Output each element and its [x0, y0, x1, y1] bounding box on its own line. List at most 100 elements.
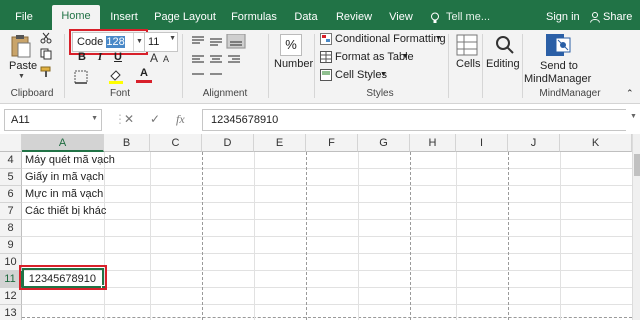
column-header-j[interactable]: J: [508, 134, 560, 152]
tab-data[interactable]: Data: [288, 6, 324, 30]
svg-text:A: A: [163, 54, 169, 64]
alignment-icons[interactable]: [190, 34, 260, 84]
name-box-value: A11: [11, 114, 30, 126]
search-icon[interactable]: [494, 34, 516, 56]
chevron-down-icon[interactable]: ▼: [402, 53, 409, 60]
page-break-line: [306, 152, 307, 320]
font-group-label: Font: [109, 88, 130, 99]
insert-function-icon[interactable]: fx: [176, 112, 185, 127]
row-header-4[interactable]: 4: [0, 152, 22, 169]
row-header-8[interactable]: 8: [0, 220, 22, 237]
chevron-up-icon[interactable]: ⌃: [626, 88, 634, 99]
row-header-7[interactable]: 7: [0, 203, 22, 220]
vertical-scrollbar[interactable]: [632, 134, 640, 320]
paste-icon[interactable]: [10, 34, 32, 58]
row-header-12[interactable]: 12: [0, 288, 22, 305]
sign-in-link[interactable]: Sign in: [546, 6, 580, 28]
chevron-down-icon[interactable]: ▼: [630, 113, 637, 120]
check-icon[interactable]: ✓: [150, 112, 160, 126]
percent-icon[interactable]: %: [280, 34, 302, 56]
column-header-f[interactable]: F: [306, 134, 358, 152]
column-header-h[interactable]: H: [410, 134, 456, 152]
cell-a6[interactable]: Mực in mã vạch: [25, 186, 103, 202]
gridline: [560, 152, 561, 320]
bold-button[interactable]: B: [74, 49, 90, 65]
gridline: [22, 304, 632, 305]
tab-insert[interactable]: Insert: [104, 6, 144, 30]
chevron-down-icon[interactable]: ▼: [91, 115, 98, 122]
gridline: [22, 270, 632, 271]
group-divider: [268, 34, 269, 98]
column-header-c[interactable]: C: [150, 134, 202, 152]
page-break-line: [508, 152, 509, 320]
tab-review[interactable]: Review: [332, 6, 376, 30]
fill-color-icon[interactable]: [108, 68, 124, 84]
gridline: [22, 287, 632, 288]
gridline: [456, 152, 457, 320]
cells-icon[interactable]: [456, 34, 478, 56]
mindmanager-icon[interactable]: [542, 32, 572, 58]
font-color-swatch: [136, 80, 152, 83]
tab-view[interactable]: View: [384, 6, 418, 30]
cell-a7[interactable]: Các thiết bị khác: [25, 203, 106, 219]
row-header-13[interactable]: 13: [0, 305, 22, 320]
column-header-e[interactable]: E: [254, 134, 306, 152]
row-header-5[interactable]: 5: [0, 169, 22, 186]
column-header-a[interactable]: A: [22, 134, 104, 152]
tab-page-layout[interactable]: Page Layout: [150, 6, 220, 30]
person-icon: [590, 12, 600, 23]
column-header-i[interactable]: I: [456, 134, 508, 152]
borders-icon[interactable]: [74, 70, 88, 84]
tab-home[interactable]: Home: [52, 5, 100, 30]
cancel-icon[interactable]: ✕: [124, 112, 134, 126]
cut-icon[interactable]: [40, 32, 52, 44]
worksheet-grid[interactable]: A B C D E F G H I J K 4 5 6 7 8 9 10 11 …: [0, 134, 640, 320]
group-divider: [64, 34, 65, 98]
cell-a4[interactable]: Máy quét mã vạch: [25, 152, 115, 168]
italic-button[interactable]: I: [92, 49, 108, 65]
format-painter-icon[interactable]: [40, 66, 52, 78]
ribbon-tab-bar: File Home Insert Page Layout Formulas Da…: [0, 0, 640, 30]
editing-button[interactable]: Editing: [486, 58, 520, 70]
row-header-9[interactable]: 9: [0, 237, 22, 254]
gridline: [150, 152, 151, 320]
format-as-table-icon[interactable]: [320, 51, 332, 63]
group-divider: [482, 34, 483, 98]
column-header-d[interactable]: D: [202, 134, 254, 152]
scrollbar-thumb[interactable]: [634, 154, 640, 176]
share-button[interactable]: Share: [603, 6, 632, 28]
svg-text:A: A: [150, 51, 158, 64]
group-divider: [182, 34, 183, 98]
tab-formulas[interactable]: Formulas: [226, 6, 282, 30]
select-all-corner[interactable]: [0, 134, 22, 152]
chevron-down-icon[interactable]: ▼: [380, 71, 387, 78]
number-format-button[interactable]: Number: [274, 58, 313, 70]
cells-button[interactable]: Cells: [456, 58, 480, 70]
font-color-button[interactable]: A: [136, 65, 152, 81]
gridline: [104, 152, 105, 320]
tab-file[interactable]: File: [6, 6, 42, 30]
paste-label[interactable]: Paste: [9, 60, 37, 72]
alignment-group-label: Alignment: [202, 88, 248, 99]
copy-icon[interactable]: [40, 48, 52, 60]
paste-dropdown-icon[interactable]: ▼: [18, 73, 25, 80]
column-header-g[interactable]: G: [358, 134, 410, 152]
conditional-formatting-icon[interactable]: [320, 33, 332, 45]
tell-me-search[interactable]: Tell me...: [446, 6, 490, 28]
conditional-formatting-button[interactable]: Conditional Formatting: [335, 33, 446, 45]
cell-styles-icon[interactable]: [320, 69, 332, 81]
chevron-down-icon[interactable]: ▼: [435, 35, 442, 42]
underline-button[interactable]: U: [110, 49, 126, 65]
column-header-b[interactable]: B: [104, 134, 150, 152]
row-header-6[interactable]: 6: [0, 186, 22, 203]
column-header-k[interactable]: K: [560, 134, 632, 152]
clipboard-group-label: Clipboard: [10, 88, 54, 99]
increase-decrease-font-icon[interactable]: A A: [150, 50, 176, 64]
send-to-mindmanager-line1[interactable]: Send to: [540, 60, 578, 72]
font-size-combobox[interactable]: 11 ▼: [144, 32, 178, 52]
send-to-mindmanager-line2[interactable]: MindManager: [524, 73, 591, 85]
name-box[interactable]: A11 ▼: [4, 109, 102, 131]
formula-input[interactable]: 12345678910: [202, 109, 626, 131]
chevron-down-icon[interactable]: ▼: [169, 35, 176, 42]
cell-a5[interactable]: Giấy in mã vạch: [25, 169, 104, 185]
